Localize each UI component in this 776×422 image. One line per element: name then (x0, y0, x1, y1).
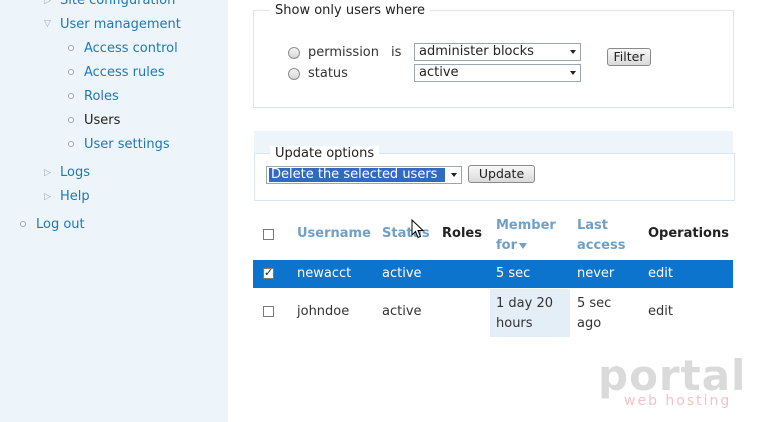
permission-select[interactable]: administer blocks (414, 43, 581, 61)
operation-select[interactable]: Delete the selected users (266, 166, 462, 184)
collapsed-arrow-icon: ▷ (44, 0, 51, 6)
chevron-down-icon (451, 173, 457, 177)
bullet-icon (68, 93, 74, 99)
last-access-cell: 5 sec ago (577, 294, 611, 334)
row-checkbox[interactable] (263, 266, 274, 279)
member-for-sort-link-line2[interactable]: for (496, 238, 517, 253)
permission-radio[interactable] (288, 47, 300, 59)
edit-link[interactable]: edit (648, 266, 673, 281)
sidebar-item-label[interactable]: Roles (84, 89, 119, 104)
member-for-sort-link[interactable]: Member (496, 218, 556, 233)
sidebar-item-label[interactable]: User management (60, 17, 181, 32)
select-all-checkbox[interactable] (263, 229, 274, 240)
username-link[interactable]: johndoe (297, 304, 349, 319)
is-label: is (391, 45, 402, 60)
sidebar-item-label[interactable]: Site configuration (60, 0, 175, 8)
column-header-operations: Operations (648, 226, 729, 241)
permission-label: permission (308, 45, 379, 60)
watermark-tagline: web hosting (624, 393, 732, 409)
column-header-last-access[interactable]: Last access (577, 216, 625, 256)
status-select-value: active (419, 65, 459, 80)
member-for-line2: hours (496, 316, 533, 331)
bullet-icon (68, 117, 74, 123)
update-button[interactable]: Update (468, 165, 535, 183)
operation-select-value: Delete the selected users (269, 168, 445, 182)
sidebar-item-label[interactable]: Help (60, 189, 90, 204)
sidebar-item-label[interactable]: Logs (60, 165, 90, 180)
expanded-arrow-icon: ▽ (44, 19, 51, 29)
sidebar-item-label[interactable]: User settings (84, 137, 170, 152)
username-link[interactable]: newacct (297, 266, 351, 281)
last-access-sort-link[interactable]: Last (577, 218, 608, 233)
status-cell: active (382, 304, 422, 319)
permission-select-value: administer blocks (419, 44, 534, 59)
sort-descending-icon (519, 242, 527, 249)
status-select[interactable]: active (414, 64, 581, 82)
column-header-roles: Roles (442, 226, 482, 241)
last-access-line2: ago (577, 316, 602, 331)
filter-button[interactable]: Filter (607, 48, 651, 66)
mouse-cursor-icon (411, 219, 425, 239)
sidebar-item-label[interactable]: Access rules (84, 65, 165, 80)
chevron-down-icon (570, 71, 576, 75)
status-radio[interactable] (288, 68, 300, 80)
sidebar-item-label[interactable]: Users (84, 113, 120, 128)
row-checkbox[interactable] (263, 306, 274, 317)
member-for-line1: 1 day 20 (496, 296, 553, 311)
collapsed-arrow-icon: ▷ (44, 168, 51, 178)
username-sort-link[interactable]: Username (297, 226, 371, 241)
chevron-down-icon (570, 50, 576, 54)
status-cell: active (382, 266, 422, 281)
last-access-line1: 5 sec (577, 296, 612, 311)
edit-link[interactable]: edit (648, 304, 673, 319)
sidebar-navigation: ▷ Site configuration ▽ User management A… (0, 0, 228, 422)
bullet-icon (68, 141, 74, 147)
bullet-icon (68, 69, 74, 75)
table-row[interactable]: newacct active 5 sec never edit (253, 260, 733, 288)
sidebar-item-label[interactable]: Log out (36, 217, 85, 232)
status-label: status (308, 66, 348, 81)
bullet-icon (68, 45, 74, 51)
column-header-username[interactable]: Username (297, 226, 371, 241)
filter-legend: Show only users where (270, 3, 431, 18)
last-access-cell: never (577, 266, 615, 281)
portal-watermark-logo: portal web hosting (598, 351, 748, 415)
last-access-sort-link-line2[interactable]: access (577, 238, 625, 253)
column-header-member-for[interactable]: Member for (496, 216, 556, 256)
member-for-cell: 5 sec (496, 266, 531, 281)
sidebar-item-label[interactable]: Access control (84, 41, 178, 56)
update-options-legend: Update options (270, 146, 380, 161)
bullet-icon (20, 221, 26, 227)
member-for-cell: 1 day 20 hours (496, 294, 553, 334)
collapsed-arrow-icon: ▷ (44, 192, 51, 202)
